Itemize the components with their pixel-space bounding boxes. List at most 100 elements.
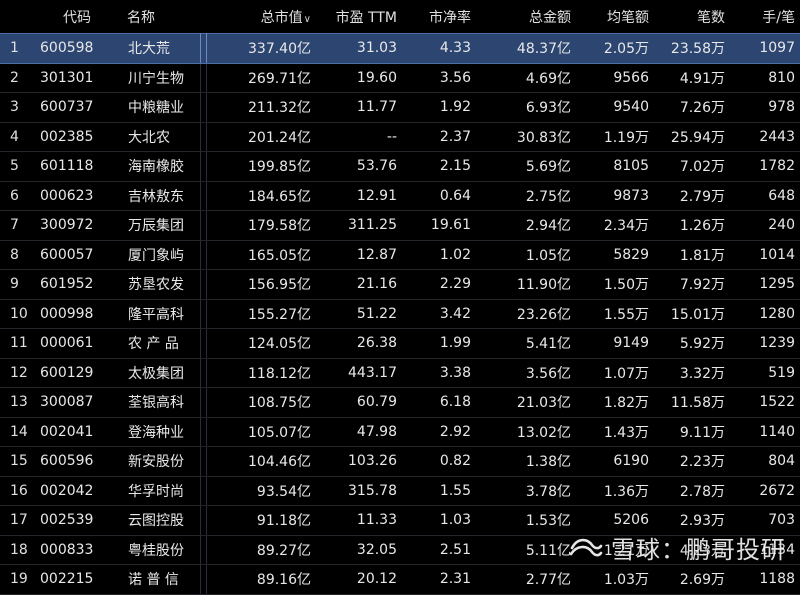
amount-value: 11.90亿 [476,269,576,300]
pb-value: 1.92 [402,92,476,123]
ratio-value: 1295 [730,269,800,300]
pe-ttm-value: 26.38 [316,328,402,359]
amount-value: 4.69亿 [476,63,576,93]
header-code[interactable]: 代码 [32,0,122,34]
table-row[interactable]: 11 000061 农 产 品 124.05亿 26.38 1.99 5.41亿 9149 5.… [0,328,800,359]
stock-code: 002385 [32,122,122,152]
header-market-cap[interactable]: 总市值∨ [206,0,316,34]
row-index: 5 [0,151,32,182]
market-cap-value: 104.46亿 [206,446,316,477]
ratio-value: 978 [730,92,800,123]
header-count[interactable]: 笔数 [654,0,730,34]
avg-amount-value: 5829 [576,240,654,270]
row-index: 8 [0,240,32,270]
amount-value: 5.41亿 [476,328,576,359]
stock-code: 301301 [32,63,122,93]
pe-ttm-value: 11.77 [316,92,402,123]
row-index: 3 [0,92,32,123]
pe-ttm-value: 20.12 [316,564,402,595]
pe-ttm-value: 21.16 [316,269,402,300]
header-name[interactable]: 名称 [122,0,200,34]
avg-amount-value: 1.43万 [576,417,654,447]
table-row[interactable]: 5 601118 海南橡胶 199.85亿 53.76 2.15 5.69亿 8105 7.02… [0,151,800,182]
count-value: 2.78万 [654,476,730,506]
table-row[interactable]: 1 600598 北大荒 337.40亿 31.03 4.33 48.37亿 2.05万 23.… [0,33,800,64]
amount-value: 5.69亿 [476,151,576,182]
ratio-value: 1188 [730,564,800,595]
sort-desc-icon: ∨ [303,13,311,25]
ratio-value: 2443 [730,122,800,152]
pe-ttm-value: -- [316,122,402,152]
pb-value: 2.37 [402,122,476,152]
pb-value: 2.51 [402,535,476,565]
count-value: 11.58万 [654,387,730,418]
count-value: 25.94万 [654,122,730,152]
avg-amount-value: 2.05万 [576,33,654,64]
stock-name: 厦门象屿 [122,240,201,270]
table-row[interactable]: 10 000998 隆平高科 155.27亿 51.22 3.42 23.26亿 1.55万 1… [0,299,800,329]
header-avg-amount[interactable]: 均笔额 [576,0,654,34]
market-cap-value: 199.85亿 [206,151,316,182]
table-row[interactable]: 3 600737 中粮糖业 211.32亿 11.77 1.92 6.93亿 9540 7.26… [0,92,800,123]
table-row[interactable]: 2 301301 川宁生物 269.71亿 19.60 3.56 4.69亿 9566 4.91… [0,63,800,93]
table-row[interactable]: 4 002385 大北农 201.24亿 -- 2.37 30.83亿 1.19万 25.94万… [0,122,800,152]
table-body: 1 600598 北大荒 337.40亿 31.03 4.33 48.37亿 2.05万 23.… [0,33,800,595]
stock-name: 川宁生物 [122,63,201,93]
table-row[interactable]: 7 300972 万辰集团 179.58亿 311.25 19.61 2.94亿 2.34万 1… [0,210,800,241]
amount-value: 2.75亿 [476,181,576,211]
table-row[interactable]: 16 002042 华孚时尚 93.54亿 315.78 1.55 3.78亿 1.36万 2.… [0,476,800,506]
row-index: 13 [0,387,32,418]
amount-value: 48.37亿 [476,33,576,64]
header-pb[interactable]: 市净率 [402,0,476,34]
stock-name: 海南橡胶 [122,151,201,182]
table-row[interactable]: 9 601952 苏垦农发 156.95亿 21.16 2.29 11.90亿 1.50万 7.… [0,269,800,300]
pb-value: 2.29 [402,269,476,300]
pe-ttm-value: 32.05 [316,535,402,565]
row-index: 11 [0,328,32,359]
pe-ttm-value: 103.26 [316,446,402,477]
header-ratio[interactable]: 手/笔 [730,0,800,34]
avg-amount-value: 1.55万 [576,299,654,329]
avg-amount-value: 9540 [576,92,654,123]
stock-code: 600737 [32,92,122,123]
pb-value: 4.33 [402,33,476,64]
table-row[interactable]: 12 600129 太极集团 118.12亿 443.17 3.38 3.56亿 1.07万 3… [0,358,800,388]
table-row[interactable]: 6 000623 吉林敖东 184.65亿 12.91 0.64 2.75亿 9873 2.79… [0,181,800,211]
pe-ttm-value: 51.22 [316,299,402,329]
market-cap-value: 201.24亿 [206,122,316,152]
table-row[interactable]: 14 002041 登海种业 105.07亿 47.98 2.92 13.02亿 1.43万 9… [0,417,800,447]
table-row[interactable]: 8 600057 厦门象屿 165.05亿 12.87 1.02 1.05亿 5829 1.81… [0,240,800,270]
stock-code: 600596 [32,446,122,477]
row-index: 9 [0,269,32,300]
stock-code: 002215 [32,564,122,595]
count-value: 2.23万 [654,446,730,477]
count-value: 7.02万 [654,151,730,182]
snowball-logo-icon [569,535,603,561]
header-pe-ttm[interactable]: 市盈 TTM [316,0,402,34]
pe-ttm-value: 60.79 [316,387,402,418]
count-value: 7.92万 [654,269,730,300]
table-row[interactable]: 15 600596 新安股份 104.46亿 103.26 0.82 1.38亿 6190 2.… [0,446,800,477]
table-row[interactable]: 19 002215 诺 普 信 89.16亿 20.12 2.31 2.77亿 1.03万 2.… [0,564,800,595]
header-amount[interactable]: 总金额 [476,0,576,34]
table-row[interactable]: 13 300087 荃银高科 108.75亿 60.79 6.18 21.03亿 1.82万 1… [0,387,800,418]
avg-amount-value: 1.82万 [576,387,654,418]
amount-value: 2.94亿 [476,210,576,241]
amount-value: 6.93亿 [476,92,576,123]
row-index: 17 [0,505,32,536]
pb-value: 1.99 [402,328,476,359]
stock-code: 002041 [32,417,122,447]
avg-amount-value: 9566 [576,63,654,93]
avg-amount-value: 6190 [576,446,654,477]
stock-code: 000833 [32,535,122,565]
avg-amount-value: 1.03万 [576,564,654,595]
avg-amount-value: 1.36万 [576,476,654,506]
amount-value: 5.11亿 [476,535,576,565]
market-cap-value: 118.12亿 [206,358,316,388]
market-cap-value: 269.71亿 [206,63,316,93]
amount-value: 1.05亿 [476,240,576,270]
ratio-value: 1014 [730,240,800,270]
ratio-value: 519 [730,358,800,388]
stock-code: 000998 [32,299,122,329]
row-index: 1 [0,33,32,64]
